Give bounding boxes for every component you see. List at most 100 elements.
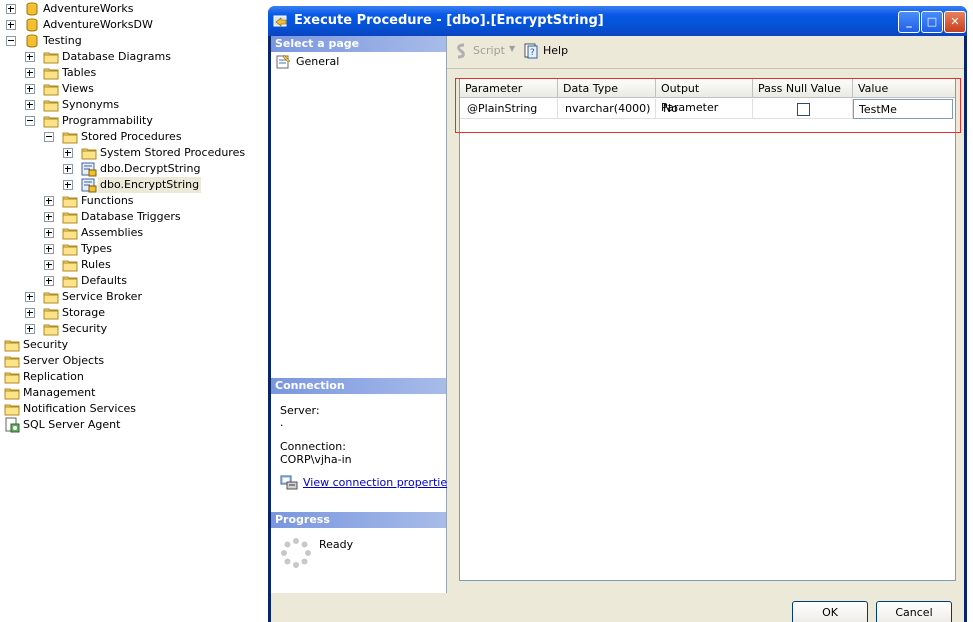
server-value: . [280, 416, 284, 429]
tree-node-label: AdventureWorks [43, 2, 134, 15]
folder-icon [62, 241, 78, 257]
expand-icon[interactable] [44, 276, 54, 286]
tree-node-synonyms[interactable]: Synonyms [0, 97, 268, 113]
tree-node-notification-services[interactable]: Notification Services [0, 401, 268, 417]
dialog-title-bar[interactable]: Execute Procedure - [dbo].[EncryptString… [268, 6, 967, 36]
tree-node-label: Defaults [81, 274, 127, 287]
cancel-button[interactable]: Cancel [876, 601, 952, 622]
folder-icon [4, 337, 20, 353]
collapse-icon[interactable] [25, 116, 35, 126]
connection-properties-icon [280, 474, 298, 490]
page-icon [275, 54, 291, 70]
tree-node-adventureworksdw[interactable]: AdventureWorksDW [0, 17, 268, 33]
expand-icon[interactable] [44, 212, 54, 222]
tree-node-label: Security [23, 338, 69, 351]
tree-node-tables[interactable]: Tables [0, 65, 268, 81]
folder-icon [4, 401, 20, 417]
tree-node-adventureworks[interactable]: AdventureWorks [0, 1, 268, 17]
expand-icon[interactable] [44, 228, 54, 238]
tree-node-dbo-encryptstring[interactable]: dbo.EncryptString [0, 177, 268, 193]
progress-status: Ready [319, 538, 354, 551]
server-label: Server: [280, 404, 320, 417]
tree-node-label: Functions [81, 194, 134, 207]
tree-node-security[interactable]: Security [0, 337, 268, 353]
tree-node-sql-server-agent[interactable]: SQL Server Agent [0, 417, 268, 433]
expand-icon[interactable] [25, 324, 35, 334]
tree-node-management[interactable]: Management [0, 385, 268, 401]
right-pane: Script ▼ ? Help Parameter Data Type Outp… [447, 36, 964, 593]
connection-header: Connection [271, 378, 446, 394]
tree-node-rules[interactable]: Rules [0, 257, 268, 273]
tree-node-functions[interactable]: Functions [0, 193, 268, 209]
expand-icon[interactable] [63, 148, 73, 158]
folder-icon [43, 81, 59, 97]
tree-node-defaults[interactable]: Defaults [0, 273, 268, 289]
script-icon [453, 43, 469, 59]
expand-icon[interactable] [25, 52, 35, 62]
progress-spinner-icon [280, 537, 312, 569]
tree-node-server-objects[interactable]: Server Objects [0, 353, 268, 369]
folder-icon [4, 353, 20, 369]
tree-node-label: SQL Server Agent [23, 418, 121, 431]
expand-icon[interactable] [25, 84, 35, 94]
expand-icon[interactable] [6, 4, 16, 14]
expand-icon[interactable] [25, 292, 35, 302]
database-icon [24, 1, 40, 17]
expand-icon[interactable] [25, 68, 35, 78]
expand-icon[interactable] [25, 308, 35, 318]
tree-node-views[interactable]: Views [0, 81, 268, 97]
tree-node-label: Management [23, 386, 96, 399]
execute-procedure-dialog: Execute Procedure - [dbo].[EncryptString… [268, 6, 967, 622]
expand-icon[interactable] [44, 196, 54, 206]
folder-icon [62, 193, 78, 209]
minimize-icon: _ [906, 15, 912, 28]
tree-node-label: Rules [81, 258, 111, 271]
help-label: Help [543, 44, 569, 57]
tree-node-testing[interactable]: Testing [0, 33, 268, 49]
expand-icon[interactable] [63, 164, 73, 174]
ok-button[interactable]: OK [792, 601, 868, 622]
tree-node-assemblies[interactable]: Assemblies [0, 225, 268, 241]
tree-node-label: Security [62, 322, 108, 335]
stored-procedure-icon [81, 161, 97, 177]
tree-node-security[interactable]: Security [0, 321, 268, 337]
tree-node-label: Database Triggers [81, 210, 181, 223]
maximize-button[interactable]: □ [921, 11, 943, 33]
tree-node-database-triggers[interactable]: Database Triggers [0, 209, 268, 225]
collapse-icon[interactable] [44, 132, 54, 142]
expand-icon[interactable] [6, 20, 16, 30]
tree-node-service-broker[interactable]: Service Broker [0, 289, 268, 305]
collapse-icon[interactable] [6, 36, 16, 46]
tree-node-types[interactable]: Types [0, 241, 268, 257]
tree-node-system-stored-procedures[interactable]: System Stored Procedures [0, 145, 268, 161]
tree-node-programmability[interactable]: Programmability [0, 113, 268, 129]
connection-value: CORP\vjha-in [280, 453, 352, 466]
svg-text:?: ? [530, 48, 535, 58]
folder-icon [43, 289, 59, 305]
tree-node-label: Server Objects [23, 354, 105, 367]
close-button[interactable]: ✕ [944, 11, 966, 33]
expand-icon[interactable] [44, 244, 54, 254]
dialog-app-icon [273, 13, 289, 29]
highlight-box [455, 78, 961, 133]
script-label: Script [473, 44, 505, 57]
minimize-button[interactable]: _ [898, 11, 920, 33]
expand-icon[interactable] [63, 180, 73, 190]
folder-icon [62, 257, 78, 273]
tree-node-storage[interactable]: Storage [0, 305, 268, 321]
tree-node-label: Testing [43, 34, 82, 47]
tree-node-database-diagrams[interactable]: Database Diagrams [0, 49, 268, 65]
expand-icon[interactable] [25, 100, 35, 110]
dialog-title: Execute Procedure - [dbo].[EncryptString… [294, 13, 604, 28]
folder-icon [43, 113, 59, 129]
view-connection-properties-link[interactable]: View connection properties [303, 476, 453, 489]
expand-icon[interactable] [44, 260, 54, 270]
folder-icon [4, 369, 20, 385]
tree-node-stored-procedures[interactable]: Stored Procedures [0, 129, 268, 145]
tree-node-label: AdventureWorksDW [43, 18, 153, 31]
tree-node-label: Views [62, 82, 94, 95]
folder-icon [43, 321, 59, 337]
tree-node-replication[interactable]: Replication [0, 369, 268, 385]
tree-node-label: dbo.DecryptString [100, 162, 201, 175]
tree-node-dbo-decryptstring[interactable]: dbo.DecryptString [0, 161, 268, 177]
